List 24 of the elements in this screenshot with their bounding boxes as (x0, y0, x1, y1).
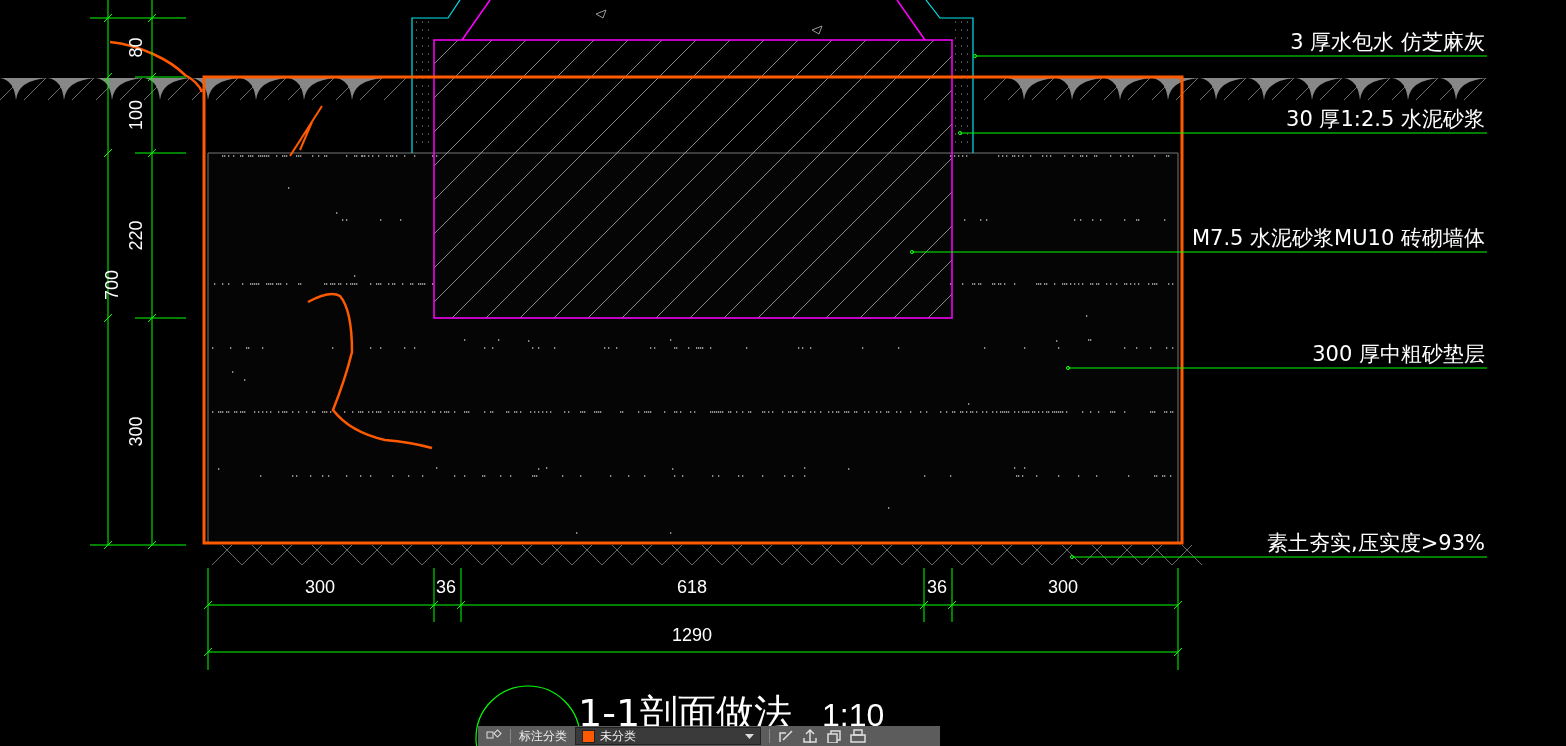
callout-label: 30 厚1:2.5 水泥砂浆 (1286, 107, 1485, 131)
callout-label: 300 厚中粗砂垫层 (1312, 342, 1485, 366)
caret-icon (745, 733, 754, 739)
dimension-label: 1290 (672, 625, 712, 645)
callout-label: 3 厚水包水 仿芝麻灰 (1290, 30, 1485, 54)
print-icon[interactable] (850, 729, 866, 743)
scale-label: 1:10 (822, 697, 885, 733)
dimension-label: 80 (126, 37, 146, 58)
dimension-label: 36 (436, 577, 456, 597)
edit-icon[interactable] (778, 729, 794, 743)
move-icon[interactable] (802, 729, 818, 743)
dimension-label: 700 (102, 270, 122, 300)
callout-label: M7.5 水泥砂浆MU10 砖砌墙体 (1191, 226, 1485, 250)
dimension-label: 36 (927, 577, 947, 597)
dimension-label: 618 (677, 577, 707, 597)
dimension-label: 100 (126, 100, 146, 130)
copy-icon[interactable] (826, 729, 842, 743)
dimension-label: 220 (126, 220, 146, 251)
dimension-label: 300 (1048, 577, 1078, 597)
sketch-stroke (289, 105, 323, 157)
toolbar-label: 标注分类 (519, 727, 567, 745)
callout-label: 素土夯实,压实度>93% (1267, 531, 1485, 555)
dimension-label: 300 (305, 577, 335, 597)
dimension-label: 300 (126, 416, 146, 447)
